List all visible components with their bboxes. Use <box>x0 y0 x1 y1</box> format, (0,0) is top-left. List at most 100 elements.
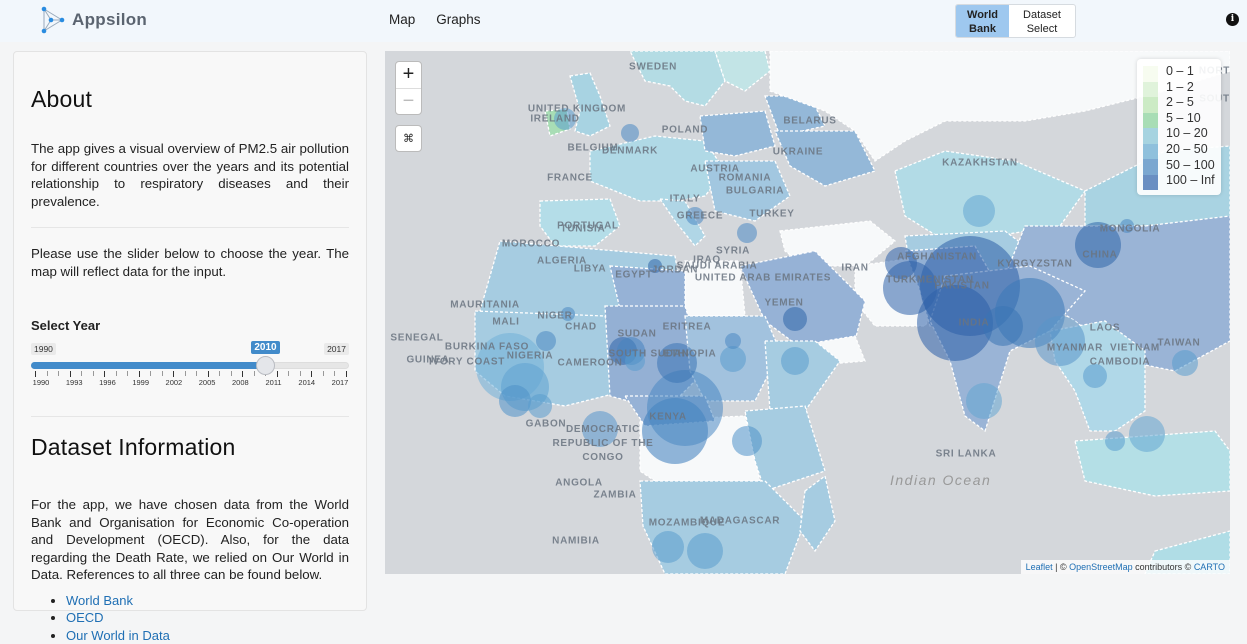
map-canvas[interactable] <box>385 51 1230 574</box>
slider-tick <box>300 371 301 376</box>
country-label: NAMIBIA <box>552 536 600 547</box>
country-label: ITALY <box>670 194 701 205</box>
country-label: BELGIUM <box>567 143 618 154</box>
slider-tick <box>242 371 243 377</box>
appsilon-logo-icon <box>40 6 66 34</box>
country-label: TURKEY <box>749 209 794 220</box>
pollution-bubble[interactable] <box>1083 364 1107 388</box>
nav-map[interactable]: Map <box>389 12 415 27</box>
slider-tick <box>219 371 220 376</box>
leaflet-link[interactable]: Leaflet <box>1026 562 1053 572</box>
country-label: POLAND <box>662 125 708 136</box>
nav-graphs[interactable]: Graphs <box>436 12 480 27</box>
pollution-bubble[interactable] <box>1172 350 1198 376</box>
slider-tick-label: 1990 <box>33 378 50 387</box>
country-label: VIETNAM <box>1110 343 1160 354</box>
legend-label: 5 – 10 <box>1166 111 1215 127</box>
world-bank-button[interactable]: World Bank <box>956 5 1009 37</box>
legend-swatch <box>1143 128 1158 144</box>
country-label: KENYA <box>649 412 687 423</box>
legend-swatch <box>1143 159 1158 175</box>
country-scandinavia <box>630 51 725 106</box>
carto-link[interactable]: CARTO <box>1194 562 1225 572</box>
country-label: KYRGYZSTAN <box>997 259 1072 270</box>
legend-swatch <box>1143 97 1158 113</box>
legend-swatch <box>1143 175 1158 191</box>
year-slider[interactable]: 1990 2017 2010 1990199319961999200220052… <box>31 337 349 399</box>
pollution-bubble[interactable] <box>732 426 762 456</box>
pollution-bubble[interactable] <box>528 394 552 418</box>
slider-tick-label: 1996 <box>99 378 116 387</box>
legend-label: 1 – 2 <box>1166 80 1215 96</box>
slider-tick <box>104 371 105 377</box>
country-label: LAOS <box>1090 323 1121 334</box>
zoom-control: + − <box>395 61 422 115</box>
country-label: FRANCE <box>547 173 593 184</box>
pollution-bubble[interactable] <box>652 531 684 563</box>
country-label: ZAMBIA <box>593 490 636 501</box>
brand-name: Appsilon <box>72 10 147 30</box>
country-label: SENEGAL <box>390 333 443 344</box>
pollution-bubble[interactable] <box>499 385 531 417</box>
slider-tick <box>346 371 347 377</box>
pollution-bubble[interactable] <box>687 533 723 569</box>
attribution-sep: | © <box>1053 562 1069 572</box>
country-label: TUNISIA <box>561 224 606 235</box>
pollution-bubble[interactable] <box>1105 431 1125 451</box>
slider-tick-label: 2008 <box>232 378 249 387</box>
fullscreen-button[interactable]: ⌘ <box>395 125 422 152</box>
country-label: KAZAKHSTAN <box>942 158 1018 169</box>
pollution-bubble[interactable] <box>725 333 741 349</box>
slider-value-label: 2010 <box>251 341 279 354</box>
country-label: EGYPT <box>615 270 652 281</box>
dataset-select-button[interactable]: Dataset Select <box>1009 5 1075 37</box>
slider-tick <box>173 371 174 377</box>
slider-tick <box>231 371 232 376</box>
pollution-bubble[interactable] <box>783 307 807 331</box>
country-label: MOROCCO <box>502 239 560 250</box>
divider <box>31 416 349 417</box>
country-finland <box>715 51 770 91</box>
country-label: ROMANIA <box>719 173 772 184</box>
pollution-bubble[interactable] <box>536 331 556 351</box>
link-oecd[interactable]: OECD <box>66 610 104 625</box>
slider-tick <box>139 371 140 377</box>
slider-tick-label: 2002 <box>166 378 183 387</box>
country-label: CHAD <box>565 322 597 333</box>
link-world-bank[interactable]: World Bank <box>66 593 133 608</box>
slider-tick <box>323 371 324 376</box>
slider-tick <box>288 371 289 376</box>
pollution-bubble[interactable] <box>1129 416 1165 452</box>
zoom-out-button[interactable]: − <box>396 88 421 114</box>
country-label: SUDAN <box>617 329 656 340</box>
slider-tick <box>185 371 186 376</box>
legend-label: 0 – 1 <box>1166 64 1215 80</box>
pollution-bubble[interactable] <box>1035 316 1085 366</box>
slider-tick <box>81 371 82 376</box>
country-label: CAMBODIA <box>1090 357 1151 368</box>
osm-link[interactable]: OpenStreetMap <box>1069 562 1133 572</box>
pollution-bubble[interactable] <box>720 346 746 372</box>
attribution-contributors: contributors © <box>1133 562 1194 572</box>
country-label: DEMOCRATIC REPUBLIC OF THE CONGO <box>548 423 658 465</box>
pollution-bubble[interactable] <box>621 124 639 142</box>
link-our-world-in-data[interactable]: Our World in Data <box>66 628 170 643</box>
brand-logo[interactable]: Appsilon <box>40 6 147 34</box>
dataset-info-title: Dataset Information <box>31 434 349 461</box>
dataset-toggle: World Bank Dataset Select <box>955 4 1076 38</box>
ocean-label: Indian Ocean <box>890 473 991 488</box>
legend-label: 20 – 50 <box>1166 142 1215 158</box>
country-label: MAURITANIA <box>450 300 520 311</box>
info-circle-icon[interactable]: i <box>1226 13 1239 26</box>
map[interactable]: SWEDENDENMARKUNITED KINGDOMIRELANDBELGIU… <box>385 51 1230 574</box>
pollution-bubble[interactable] <box>647 370 723 446</box>
fullscreen-icon: ⌘ <box>403 133 414 145</box>
zoom-in-button[interactable]: + <box>396 62 421 88</box>
pollution-bubble[interactable] <box>781 347 809 375</box>
pollution-bubble[interactable] <box>966 383 1002 419</box>
pollution-bubble[interactable] <box>737 223 757 243</box>
slider-tick-label: 2005 <box>199 378 216 387</box>
pollution-bubble[interactable] <box>963 195 995 227</box>
land <box>475 51 1230 574</box>
legend-color-bar <box>1143 66 1158 190</box>
